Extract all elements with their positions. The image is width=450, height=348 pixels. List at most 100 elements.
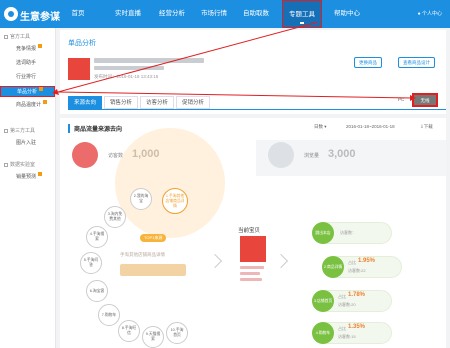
top-source-name: 手淘其他店铺商品详情 [120, 252, 165, 257]
wireless-switch-button[interactable]: 无线 [412, 93, 438, 107]
logo[interactable]: 生意参谋 [4, 5, 60, 23]
sidebar-item-forecast[interactable]: 销量预测 [0, 172, 55, 183]
new-flag-icon [39, 87, 44, 91]
source-node[interactable]: 2.我的淘宝 [130, 188, 152, 210]
sidebar-item-label: 商品温度计 [16, 102, 42, 108]
device-label: PC [398, 97, 405, 102]
destination-pct-label: 占比 [338, 294, 346, 299]
user-menu[interactable]: ● 个人中心 [418, 0, 442, 28]
period-select[interactable]: 日数 ▾ [314, 124, 327, 130]
source-node[interactable]: 9.天猫搜索 [142, 326, 164, 348]
section-icon [4, 34, 8, 39]
new-flag-icon [38, 172, 43, 176]
nav-item-help[interactable]: 帮助中心 [328, 0, 366, 28]
destination-node[interactable]: 跳出本店 [312, 222, 334, 244]
destination-pct: 1.35% [348, 324, 366, 330]
app-name: 生意参谋 [20, 12, 60, 23]
sidebar-item-image[interactable]: 图片入驻 [0, 138, 55, 149]
destination-pct: 1.95% [358, 258, 376, 264]
item-thumbnail [68, 58, 90, 80]
period-select-value: 日数 [314, 124, 323, 129]
section-icon [4, 128, 8, 133]
section-icon [4, 162, 8, 167]
sidebar-item-thermometer[interactable]: 商品温度计 [0, 100, 55, 111]
sidebar: 官方工具 竞争情报 选词助手 行业排行 单品分析 商品温度计 第三方工具 图片入… [0, 28, 56, 348]
sidebar-item-label: 选词助手 [16, 60, 37, 66]
download-button[interactable]: ⇩下载 [420, 124, 433, 130]
source-node[interactable]: 6.淘宝客 [86, 280, 108, 302]
destination-node[interactable]: 2.商品详情 [322, 256, 344, 278]
sidebar-section-official: 官方工具 [4, 32, 30, 42]
source-node[interactable]: 8.手淘旺信 [118, 320, 140, 342]
eye-icon [268, 142, 294, 168]
sidebar-section-lab: 数据实验室 [4, 160, 35, 170]
item-header-panel: 单品分析 发布时间：2016-01-18 13:43:15 更换商品 查看商品设… [60, 30, 446, 114]
sidebar-item-item-analysis[interactable]: 单品分析 [0, 86, 55, 97]
destination-count: 访客数:22 [348, 268, 366, 273]
source-node[interactable]: 4.手淘搜索 [86, 226, 108, 248]
destination-count: 访客数:20 [338, 302, 356, 307]
nav-item-special-tools[interactable]: 专题工具 [282, 0, 322, 28]
top-source-value-redacted [120, 264, 186, 276]
sidebar-section-third-party: 第三方工具 [4, 126, 35, 136]
date-range[interactable]: 2016-01-18~2016-01-18 [346, 124, 395, 129]
views-label: 浏览量 [304, 153, 320, 159]
new-flag-icon [43, 100, 48, 104]
section-title: 官方工具 [10, 34, 31, 40]
logo-icon [4, 7, 18, 21]
destination-pct-label: 占比 [348, 260, 356, 265]
change-item-button[interactable]: 更换商品 [354, 57, 382, 68]
nav-item-operations[interactable]: 经营分析 [154, 0, 190, 28]
nav-item-self-service[interactable]: 自助取数 [238, 0, 274, 28]
item-title-redacted [94, 58, 204, 63]
source-node[interactable]: 3.淘内免费其他 [104, 206, 126, 228]
source-node-top[interactable]: 1.手淘其他店铺商品详情 [162, 188, 188, 214]
nav-item-home[interactable]: 首页 [66, 0, 90, 28]
nav-item-realtime[interactable]: 实时直播 [110, 0, 146, 28]
current-item-text-redacted [240, 272, 260, 275]
sidebar-item-ranking[interactable]: 行业排行 [0, 72, 55, 83]
sidebar-item-keywords[interactable]: 选词助手 [0, 58, 55, 69]
sidebar-item-competition[interactable]: 竞争情报 [0, 44, 55, 55]
nav-item-market[interactable]: 市场行情 [196, 0, 232, 28]
top-source-tag: TOP1来源 [140, 234, 167, 242]
sidebar-item-label: 单品分析 [17, 89, 38, 95]
visitor-icon [72, 142, 98, 168]
views-stat: 浏览量 3,000 [256, 140, 446, 176]
tab-sales[interactable]: 销售分析 [104, 96, 138, 109]
tab-underline [68, 109, 446, 110]
section-title: 数据实验室 [10, 162, 36, 168]
tab-visitors[interactable]: 访客分析 [140, 96, 174, 109]
main-content: 单品分析 发布时间：2016-01-18 13:43:15 更换商品 查看商品设… [60, 30, 448, 348]
traffic-title: 商品流量来源去向 [68, 124, 122, 133]
tab-source-destination[interactable]: 来源去向 [68, 96, 102, 109]
destination-pct-label: 占比 [338, 326, 346, 331]
item-subtitle-redacted [94, 66, 164, 70]
tab-promotion[interactable]: 促销分析 [176, 96, 210, 109]
top-source-highlight [115, 128, 225, 238]
current-item-title: 当前宝贝 [238, 228, 261, 234]
caret-up-icon [300, 22, 304, 24]
destination-node[interactable]: 3.店铺首页 [312, 290, 334, 312]
user-label: 个人中心 [421, 11, 442, 17]
sidebar-item-label: 竞争情报 [16, 46, 37, 52]
current-item-text-redacted [240, 266, 264, 269]
item-publish-time: 发布时间：2016-01-18 13:43:15 [94, 74, 159, 79]
destination-count: 访客数:15 [338, 334, 356, 339]
source-node[interactable]: 7.购物车 [98, 304, 120, 326]
destination-node[interactable]: 4.购物车 [312, 322, 334, 344]
sidebar-item-label: 图片入驻 [16, 140, 37, 146]
destination-pct: 1.78% [348, 292, 366, 298]
new-flag-icon [38, 44, 43, 48]
section-title: 第三方工具 [10, 128, 36, 134]
views-value: 3,000 [328, 148, 356, 160]
source-node[interactable]: 5.手淘问答 [80, 252, 102, 274]
current-item-image [240, 236, 266, 262]
sidebar-item-label: 行业排行 [16, 74, 37, 80]
current-item-text-redacted [240, 278, 262, 281]
sidebar-item-label: 销量预测 [16, 174, 37, 180]
item-settings-button[interactable]: 查看商品设计 [398, 57, 435, 68]
source-node[interactable]: 10.手淘首页 [166, 322, 188, 344]
page-title: 单品分析 [68, 40, 96, 47]
destination-count: 访客数： [340, 230, 356, 235]
